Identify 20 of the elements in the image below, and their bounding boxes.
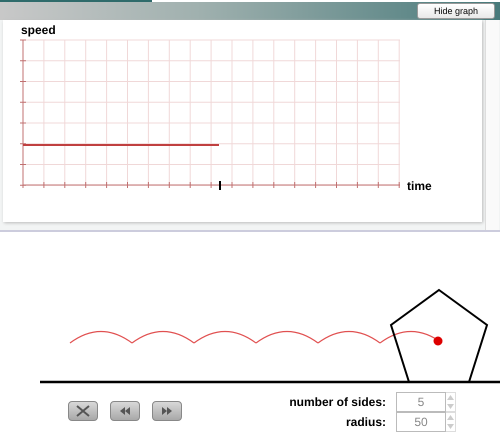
cross-icon bbox=[76, 405, 90, 417]
y-axis-label: speed bbox=[21, 23, 56, 37]
rewind-button[interactable] bbox=[110, 401, 140, 421]
field-label: radius: bbox=[344, 415, 386, 429]
time-marker bbox=[219, 181, 221, 190]
fast-forward-icon bbox=[162, 407, 172, 415]
rewind-icon bbox=[120, 407, 130, 415]
down-arrow-icon bbox=[447, 424, 454, 429]
clear-button[interactable] bbox=[68, 401, 98, 421]
number-field[interactable]: 5 bbox=[396, 392, 446, 412]
down-arrow-icon bbox=[447, 404, 454, 409]
tracing-point bbox=[434, 336, 442, 346]
x-axis-label: time bbox=[407, 179, 432, 193]
number-field[interactable]: 50 bbox=[396, 412, 446, 432]
up-arrow-icon bbox=[447, 415, 454, 420]
scrollbar[interactable] bbox=[485, 20, 499, 230]
field-label: number of sides: bbox=[288, 395, 386, 409]
hide-graph-button[interactable]: Hide graph bbox=[417, 3, 495, 19]
up-arrow-icon bbox=[447, 395, 454, 400]
fast-forward-button[interactable] bbox=[152, 401, 182, 421]
